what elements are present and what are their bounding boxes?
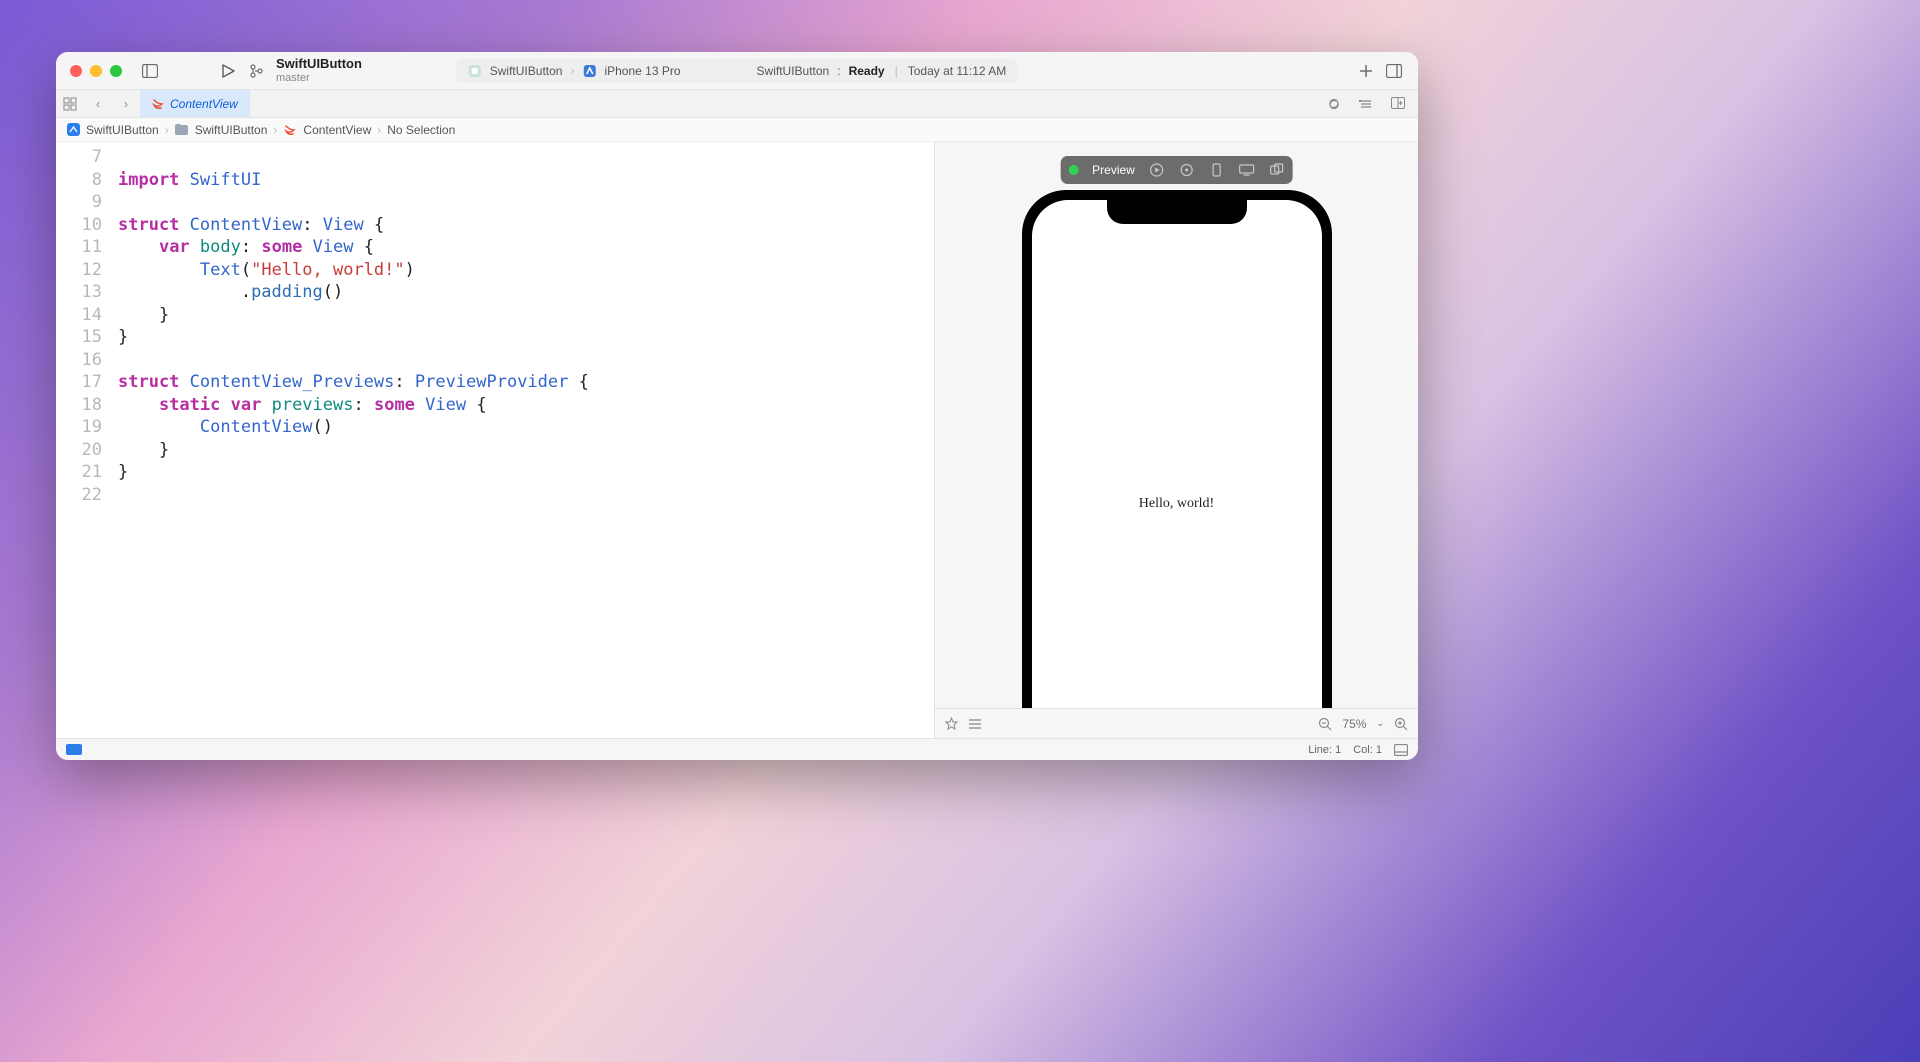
forward-button[interactable]: › <box>112 97 140 111</box>
editor-area: 78910111213141516171819202122 import Swi… <box>56 142 1418 738</box>
scheme-git-icon[interactable] <box>242 57 270 85</box>
breadcrumb-file: ContentView <box>303 123 371 137</box>
status-time: Today at 11:12 AM <box>908 64 1007 78</box>
breadcrumb-selection: No Selection <box>387 123 455 137</box>
related-items-icon[interactable] <box>56 97 84 111</box>
device-frame: Hello, world! <box>1022 190 1332 708</box>
zoom-level[interactable]: 75% <box>1342 717 1366 731</box>
toggle-inspector-button[interactable] <box>1380 57 1408 85</box>
project-name: SwiftUIButton <box>276 57 426 71</box>
live-indicator-icon <box>1068 165 1078 175</box>
canvas-footer: 75% ⌄ <box>935 708 1418 738</box>
device-name: iPhone 13 Pro <box>604 64 680 78</box>
titlebar: SwiftUIButton master SwiftUIButton › iPh… <box>56 52 1418 90</box>
canvas-mode-label: Preview <box>1092 163 1135 177</box>
inspect-icon[interactable] <box>1179 162 1195 178</box>
display-icon[interactable] <box>1239 162 1255 178</box>
device-screen: Hello, world! <box>1032 200 1322 708</box>
window-controls <box>56 65 136 77</box>
device-notch <box>1107 200 1247 224</box>
zoom-in-button[interactable] <box>1394 717 1408 731</box>
jump-bar[interactable]: SwiftUIButton › SwiftUIButton › ContentV… <box>56 118 1418 142</box>
close-window-button[interactable] <box>70 65 82 77</box>
debug-indicator-icon[interactable] <box>66 744 82 755</box>
folder-icon <box>175 123 189 137</box>
scheme-icon <box>468 64 482 78</box>
source-editor[interactable]: 78910111213141516171819202122 import Swi… <box>56 142 934 738</box>
minimize-window-button[interactable] <box>90 65 102 77</box>
refresh-icon[interactable] <box>1320 97 1348 111</box>
zoom-window-button[interactable] <box>110 65 122 77</box>
back-button[interactable]: ‹ <box>84 97 112 111</box>
run-button[interactable] <box>214 57 242 85</box>
preview-text: Hello, world! <box>1139 496 1214 512</box>
swift-file-icon <box>283 123 297 137</box>
adjust-editor-icon[interactable] <box>1352 97 1380 111</box>
zoom-dropdown-icon[interactable]: ⌄ <box>1376 718 1384 729</box>
canvas-toolbar: Preview <box>1060 156 1293 184</box>
xcode-window: SwiftUIButton master SwiftUIButton › iPh… <box>56 52 1418 760</box>
project-info[interactable]: SwiftUIButton master <box>276 57 426 83</box>
status-app: SwiftUIButton <box>757 64 830 78</box>
play-icon[interactable] <box>1149 162 1165 178</box>
tab-label: ContentView <box>170 97 238 111</box>
project-branch: master <box>276 72 426 84</box>
canvas-menu-icon[interactable] <box>968 718 982 730</box>
device-settings-icon[interactable] <box>1209 162 1225 178</box>
code-content[interactable]: import SwiftUIstruct ContentView: View {… <box>112 142 934 738</box>
swift-file-icon <box>152 98 164 110</box>
tab-bar: ‹ › ContentView <box>56 90 1418 118</box>
toggle-navigator-button[interactable] <box>136 57 164 85</box>
add-editor-icon[interactable] <box>1384 97 1412 111</box>
canvas-viewport[interactable]: Hello, world! <box>935 142 1418 708</box>
zoom-out-button[interactable] <box>1318 717 1332 731</box>
library-button[interactable] <box>1352 57 1380 85</box>
cursor-col: Col: 1 <box>1353 744 1382 756</box>
pin-preview-icon[interactable] <box>945 717 958 730</box>
toggle-debug-area-icon[interactable] <box>1394 744 1408 756</box>
device-icon <box>582 64 596 78</box>
chevron-right-icon: › <box>273 123 277 137</box>
activity-status[interactable]: SwiftUIButton › iPhone 13 Pro SwiftUIBut… <box>456 59 1018 83</box>
canvas-preview: Preview Hello, world! <box>934 142 1418 738</box>
status-state: Ready <box>849 64 885 78</box>
line-gutter: 78910111213141516171819202122 <box>56 142 112 738</box>
cursor-line: Line: 1 <box>1308 744 1341 756</box>
project-icon <box>66 123 80 137</box>
chevron-right-icon: › <box>570 64 574 78</box>
variants-icon[interactable] <box>1269 162 1285 178</box>
status-bar: Line: 1 Col: 1 <box>56 738 1418 760</box>
chevron-right-icon: › <box>165 123 169 137</box>
breadcrumb-project: SwiftUIButton <box>86 123 159 137</box>
tab-contentview[interactable]: ContentView <box>140 90 250 117</box>
chevron-right-icon: › <box>377 123 381 137</box>
breadcrumb-folder: SwiftUIButton <box>195 123 268 137</box>
scheme-name: SwiftUIButton <box>490 64 563 78</box>
